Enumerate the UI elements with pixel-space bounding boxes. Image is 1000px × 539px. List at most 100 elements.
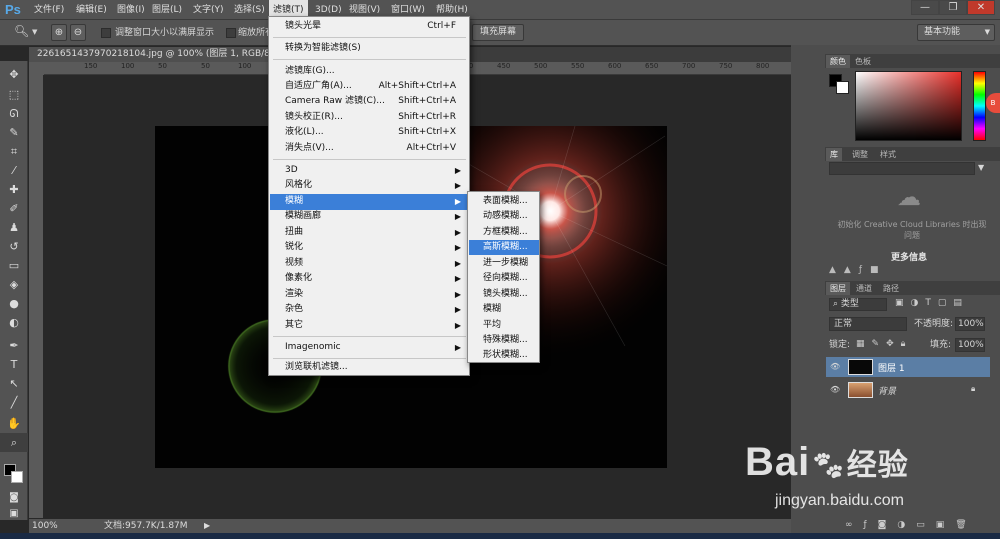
hand-tool-icon[interactable]: ✋ <box>0 414 28 433</box>
history-brush-tool-icon[interactable]: ↺ <box>0 237 28 256</box>
menu-item-surface-blur[interactable]: 表面模糊... <box>469 194 539 209</box>
layer-row[interactable]: 👁︎ 背景 🔒︎ <box>826 380 990 400</box>
menu-item-convert-smart-filter[interactable]: 转换为智能滤镜(S) <box>270 41 468 57</box>
menu-item-distort[interactable]: 扭曲 ▶ <box>270 225 468 241</box>
delete-layer-icon[interactable]: 🗑︎ <box>955 520 977 530</box>
menu-item-smart-blur[interactable]: 特殊模糊... <box>469 333 539 348</box>
layer-style-icon[interactable]: ƒ <box>864 520 878 530</box>
tab-swatches[interactable]: 色板 <box>851 55 875 68</box>
blur-tool-icon[interactable]: ● <box>0 294 28 313</box>
menu-item-blur-gallery[interactable]: 模糊画廊 ▶ <box>270 209 468 225</box>
path-select-tool-icon[interactable]: ↖ <box>0 374 28 393</box>
menu-item-blur-more[interactable]: 进一步模糊 <box>469 256 539 271</box>
menu-item-lens-blur[interactable]: 镜头模糊... <box>469 287 539 302</box>
menu-item-vanishing-point[interactable]: 消失点(V)... Alt+Ctrl+V <box>270 141 468 157</box>
color-icon[interactable]: ■ <box>870 265 887 275</box>
restore-button[interactable]: ❐ <box>939 0 967 15</box>
menu-item-render[interactable]: 渲染 ▶ <box>270 287 468 303</box>
background-color-swatch[interactable] <box>836 81 849 94</box>
tab-layers[interactable]: 图层 <box>826 282 850 295</box>
type-tool-icon[interactable]: T <box>0 355 28 374</box>
menu-type[interactable]: 文字(Y) <box>189 0 228 20</box>
fx-icon[interactable]: ƒ <box>859 265 870 275</box>
blend-mode-select[interactable]: 正常 <box>829 317 907 331</box>
quick-select-tool-icon[interactable]: ✎ <box>0 123 28 142</box>
menu-item-noise[interactable]: 杂色 ▶ <box>270 302 468 318</box>
layer-name[interactable]: 背景 <box>878 384 896 397</box>
menu-item-other[interactable]: 其它 ▶ <box>270 318 468 334</box>
lock-transparency-icon[interactable]: ▦ <box>856 339 872 349</box>
close-button[interactable]: ✕ <box>967 0 995 15</box>
pen-tool-icon[interactable]: ✒ <box>0 336 28 355</box>
menu-select[interactable]: 选择(S) <box>230 0 269 20</box>
color-field[interactable] <box>855 71 962 141</box>
layer-row[interactable]: 👁︎ 图层 1 <box>826 357 990 377</box>
menu-item-stylize[interactable]: 风格化 ▶ <box>270 178 468 194</box>
menu-item-imagenomic[interactable]: Imagenomic ▶ <box>270 340 468 356</box>
zoom-tool-icon[interactable]: ⌕ <box>0 433 28 452</box>
smart-object-filter-icon[interactable]: ▤ <box>953 298 969 308</box>
paint-bucket-tool-icon[interactable]: ◈ <box>0 275 28 294</box>
library-menu-icon[interactable]: ▼ <box>978 163 984 172</box>
image-filter-icon[interactable]: ▣ <box>895 298 911 308</box>
menu-item-box-blur[interactable]: 方框模糊... <box>469 225 539 240</box>
zoom-in-icon[interactable]: ⊕ <box>51 24 67 41</box>
menu-item-browse-online-filters[interactable]: 浏览联机滤镜... <box>270 360 468 376</box>
status-menu-arrow-icon[interactable]: ▶ <box>204 519 210 533</box>
menu-item-average[interactable]: 平均 <box>469 318 539 333</box>
add-character-style-icon[interactable]: ▲ <box>844 265 859 275</box>
hue-marker-icon[interactable]: B <box>986 93 1000 113</box>
opacity-input[interactable]: 100% <box>955 317 985 331</box>
tab-adjustments[interactable]: 调整 <box>848 148 872 161</box>
layer-filter-select[interactable]: ⌕ 类型 <box>829 298 887 311</box>
menu-item-radial-blur[interactable]: 径向模糊... <box>469 271 539 286</box>
menu-item-motion-blur[interactable]: 动感模糊... <box>469 209 539 224</box>
brush-tool-icon[interactable]: ✐ <box>0 199 28 218</box>
adjustment-layer-icon[interactable]: ◑ <box>897 520 916 530</box>
menu-image[interactable]: 图像(I) <box>113 0 149 20</box>
lasso-tool-icon[interactable]: ᘏ <box>0 104 28 123</box>
line-tool-icon[interactable]: ╱ <box>0 393 28 412</box>
menu-item-blur[interactable]: 模糊 <box>469 302 539 317</box>
fill-input[interactable]: 100% <box>955 338 985 352</box>
type-filter-icon[interactable]: T <box>925 298 938 308</box>
menu-item-lens-flare[interactable]: 镜头光晕 Ctrl+F <box>270 19 468 35</box>
layer-name[interactable]: 图层 1 <box>878 361 905 374</box>
resize-windows-checkbox[interactable] <box>101 28 111 38</box>
menu-item-gaussian-blur[interactable]: 高斯模糊... <box>469 240 539 256</box>
lock-position-icon[interactable]: ✥ <box>886 339 901 349</box>
new-layer-icon[interactable]: ▣ <box>936 520 956 530</box>
eraser-tool-icon[interactable]: ▭ <box>0 256 28 275</box>
visibility-eye-icon[interactable]: 👁︎ <box>830 385 840 394</box>
zoom-out-icon[interactable]: ⊖ <box>70 24 86 41</box>
shape-filter-icon[interactable]: ▢ <box>938 298 954 308</box>
healing-brush-tool-icon[interactable]: ✚ <box>0 180 28 199</box>
zoom-all-checkbox[interactable] <box>226 28 236 38</box>
menu-item-pixelate[interactable]: 像素化 ▶ <box>270 271 468 287</box>
menu-item-adaptive-wide-angle[interactable]: 自适应广角(A)... Alt+Shift+Ctrl+A <box>270 79 468 95</box>
more-info-link[interactable]: 更多信息 <box>891 250 927 263</box>
vertical-ruler[interactable] <box>29 75 43 518</box>
clone-stamp-tool-icon[interactable]: ♟ <box>0 218 28 237</box>
tool-preset-chevron-icon[interactable]: ▼ <box>32 28 37 36</box>
zoom-tool-icon[interactable]: 🔍︎ <box>14 24 29 38</box>
workspace-select[interactable]: 基本功能 ▼ <box>917 24 995 41</box>
tab-styles[interactable]: 样式 <box>876 148 900 161</box>
menu-edit[interactable]: 编辑(E) <box>72 0 111 20</box>
tab-color[interactable]: 颜色 <box>826 55 850 68</box>
add-mask-icon[interactable]: ◙ <box>878 520 898 530</box>
visibility-eye-icon[interactable]: 👁︎ <box>830 362 840 371</box>
menu-item-camera-raw[interactable]: Camera Raw 滤镜(C)... Shift+Ctrl+A <box>270 94 468 110</box>
library-select[interactable] <box>829 162 975 175</box>
document-info[interactable]: 文档:957.7K/1.87M <box>104 519 188 533</box>
tab-libraries[interactable]: 库 <box>826 148 842 161</box>
lock-all-icon[interactable]: 🔒︎ <box>901 339 913 349</box>
crop-tool-icon[interactable]: ⌗ <box>0 142 28 161</box>
eyedropper-tool-icon[interactable]: ⁄ <box>0 161 28 180</box>
screen-mode-icon[interactable]: ▣ <box>0 504 28 523</box>
move-tool-icon[interactable]: ✥ <box>0 65 28 84</box>
hue-slider[interactable] <box>973 71 986 141</box>
menu-item-3d[interactable]: 3D ▶ <box>270 163 468 179</box>
menu-layer[interactable]: 图层(L) <box>148 0 186 20</box>
menu-item-filter-gallery[interactable]: 滤镜库(G)... <box>270 64 468 80</box>
